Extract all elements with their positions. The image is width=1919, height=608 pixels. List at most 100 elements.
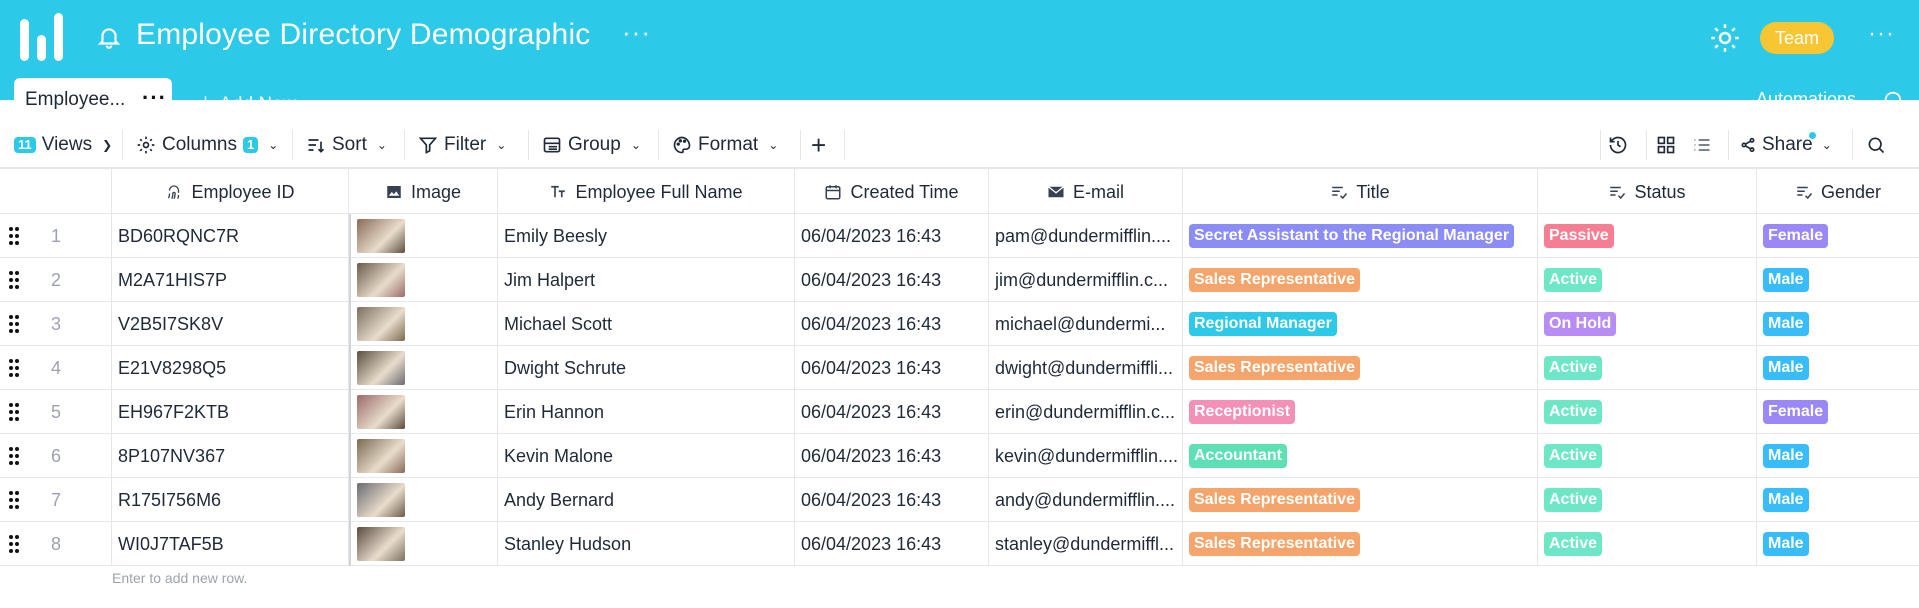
title-cell[interactable]: Sales Representative	[1183, 258, 1538, 302]
title-cell[interactable]: Receptionist	[1183, 390, 1538, 434]
created-time-cell[interactable]: 06/04/2023 16:43	[795, 522, 989, 566]
format-button[interactable]: Format ⌄	[672, 122, 778, 168]
status-cell[interactable]: Active	[1538, 390, 1757, 434]
created-time-cell[interactable]: 06/04/2023 16:43	[795, 258, 989, 302]
add-view-plus-icon[interactable]: +	[811, 122, 826, 168]
title-more-icon[interactable]: ···	[622, 19, 651, 45]
team-button[interactable]: Team	[1760, 22, 1834, 54]
employee-photo[interactable]	[357, 483, 405, 517]
search-icon[interactable]	[1866, 122, 1892, 168]
column-header-created-time[interactable]: Created Time	[795, 169, 989, 215]
table-row[interactable]: 6 8P107NV367 Kevin Malone 06/04/2023 16:43 k…	[0, 434, 1919, 478]
column-header-employee-id[interactable]: Employee ID	[112, 169, 349, 215]
drag-handle-icon[interactable]	[8, 358, 20, 378]
column-header-status[interactable]: Status	[1538, 169, 1757, 215]
gender-cell[interactable]: Male	[1757, 258, 1919, 302]
column-header-title[interactable]: Title	[1183, 169, 1538, 215]
app-title[interactable]: Employee Directory Demographic	[136, 18, 591, 52]
status-cell[interactable]: Active	[1538, 434, 1757, 478]
chat-icon[interactable]	[1881, 89, 1903, 111]
full-name-cell[interactable]: Erin Hannon	[498, 390, 795, 434]
columns-button[interactable]: Columns 1 ⌄	[136, 122, 278, 168]
title-cell[interactable]: Accountant	[1183, 434, 1538, 478]
filter-button[interactable]: Filter ⌄	[418, 122, 506, 168]
column-header-full-name[interactable]: Employee Full Name	[498, 169, 795, 215]
table-row[interactable]: 3 V2B5I7SK8V Michael Scott 06/04/2023 16:43…	[0, 302, 1919, 346]
title-cell[interactable]: Sales Representative	[1183, 522, 1538, 566]
employee-id-cell[interactable]: EH967F2KTB	[112, 390, 349, 434]
email-cell[interactable]: andy@dundermifflin....	[989, 478, 1183, 522]
status-cell[interactable]: Active	[1538, 258, 1757, 302]
column-header-email[interactable]: E-mail	[989, 169, 1183, 215]
drag-handle-icon[interactable]	[8, 314, 20, 334]
gender-cell[interactable]: Female	[1757, 390, 1919, 434]
email-cell[interactable]: kevin@dundermifflin....	[989, 434, 1183, 478]
email-cell[interactable]: michael@dundermi...	[989, 302, 1183, 346]
employee-id-cell[interactable]: M2A71HIS7P	[112, 258, 349, 302]
image-cell[interactable]	[349, 302, 498, 346]
employee-id-cell[interactable]: WI0J7TAF5B	[112, 522, 349, 566]
title-cell[interactable]: Sales Representative	[1183, 478, 1538, 522]
table-row[interactable]: 4 E21V8298Q5 Dwight Schrute 06/04/2023 16:4…	[0, 346, 1919, 390]
list-view-icon[interactable]	[1692, 122, 1718, 168]
status-cell[interactable]: Active	[1538, 522, 1757, 566]
image-cell[interactable]	[349, 346, 498, 390]
created-time-cell[interactable]: 06/04/2023 16:43	[795, 214, 989, 258]
table-row[interactable]: 5 EH967F2KTB Erin Hannon 06/04/2023 16:43 er…	[0, 390, 1919, 434]
drag-handle-icon[interactable]	[8, 402, 20, 422]
top-more-icon[interactable]: ···	[1868, 22, 1895, 46]
email-cell[interactable]: pam@dundermifflin....	[989, 214, 1183, 258]
views-button[interactable]: 11 Views ❯	[14, 122, 112, 168]
status-cell[interactable]: Active	[1538, 478, 1757, 522]
theme-sun-icon[interactable]	[1710, 23, 1740, 53]
column-header-image[interactable]: Image	[349, 169, 498, 215]
gender-cell[interactable]: Male	[1757, 478, 1919, 522]
gender-cell[interactable]: Male	[1757, 522, 1919, 566]
gender-cell[interactable]: Female	[1757, 214, 1919, 258]
employee-photo[interactable]	[357, 439, 405, 473]
table-row[interactable]: 7 R175I756M6 Andy Bernard 06/04/2023 16:43 a…	[0, 478, 1919, 522]
drag-handle-icon[interactable]	[8, 534, 20, 554]
created-time-cell[interactable]: 06/04/2023 16:43	[795, 434, 989, 478]
employee-id-cell[interactable]: V2B5I7SK8V	[112, 302, 349, 346]
table-row[interactable]: 1 BD60RQNC7R Emily Beesly 06/04/2023 16:43 p…	[0, 214, 1919, 258]
created-time-cell[interactable]: 06/04/2023 16:43	[795, 478, 989, 522]
employee-photo[interactable]	[357, 219, 405, 253]
employee-photo[interactable]	[357, 307, 405, 341]
full-name-cell[interactable]: Michael Scott	[498, 302, 795, 346]
employee-id-cell[interactable]: E21V8298Q5	[112, 346, 349, 390]
share-button[interactable]: Share ⌄	[1740, 122, 1832, 168]
employee-id-cell[interactable]: R175I756M6	[112, 478, 349, 522]
table-row[interactable]: 2 M2A71HIS7P Jim Halpert 06/04/2023 16:43 ji…	[0, 258, 1919, 302]
title-cell[interactable]: Regional Manager	[1183, 302, 1538, 346]
image-cell[interactable]	[349, 522, 498, 566]
title-cell[interactable]: Secret Assistant to the Regional Manager	[1183, 214, 1538, 258]
employee-photo[interactable]	[357, 263, 405, 297]
grid-view-icon[interactable]	[1656, 122, 1682, 168]
full-name-cell[interactable]: Andy Bernard	[498, 478, 795, 522]
image-cell[interactable]	[349, 478, 498, 522]
image-cell[interactable]	[349, 258, 498, 302]
automations-button[interactable]: Automations	[1756, 89, 1856, 110]
created-time-cell[interactable]: 06/04/2023 16:43	[795, 302, 989, 346]
sort-button[interactable]: Sort ⌄	[306, 122, 387, 168]
drag-handle-icon[interactable]	[8, 490, 20, 510]
tab-employee[interactable]: Employee... ···	[14, 78, 172, 122]
full-name-cell[interactable]: Emily Beesly	[498, 214, 795, 258]
gender-cell[interactable]: Male	[1757, 346, 1919, 390]
created-time-cell[interactable]: 06/04/2023 16:43	[795, 390, 989, 434]
group-button[interactable]: Group ⌄	[542, 122, 641, 168]
employee-photo[interactable]	[357, 527, 405, 561]
full-name-cell[interactable]: Jim Halpert	[498, 258, 795, 302]
email-cell[interactable]: dwight@dundermiffli...	[989, 346, 1183, 390]
drag-handle-icon[interactable]	[8, 446, 20, 466]
drag-handle-icon[interactable]	[8, 270, 20, 290]
image-cell[interactable]	[349, 434, 498, 478]
full-name-cell[interactable]: Kevin Malone	[498, 434, 795, 478]
employee-id-cell[interactable]: BD60RQNC7R	[112, 214, 349, 258]
drag-handle-icon[interactable]	[8, 226, 20, 246]
tab-more-icon[interactable]: ···	[142, 85, 167, 111]
status-cell[interactable]: On Hold	[1538, 302, 1757, 346]
employee-photo[interactable]	[357, 351, 405, 385]
gender-cell[interactable]: Male	[1757, 434, 1919, 478]
